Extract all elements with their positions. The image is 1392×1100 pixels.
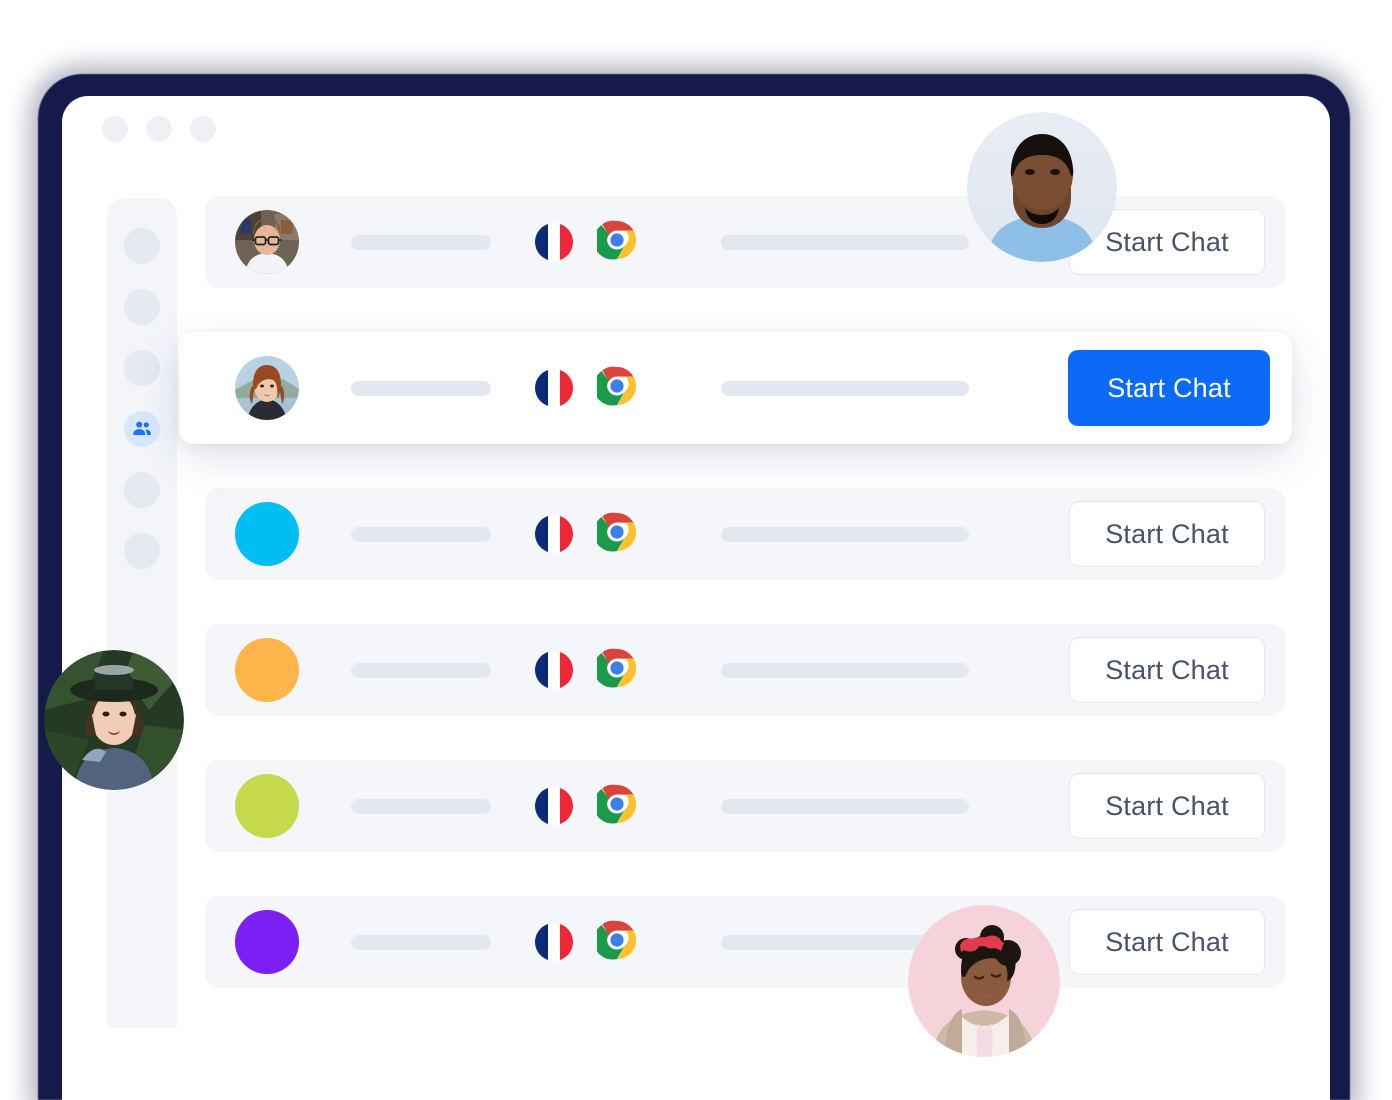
avatar-man-glasses <box>235 210 299 274</box>
window-close-dot[interactable] <box>102 116 128 142</box>
chrome-icon <box>593 220 637 265</box>
window-titlebar <box>102 116 216 142</box>
visitor-row[interactable]: Start Chat <box>205 760 1285 852</box>
visitor-name-placeholder <box>351 234 491 250</box>
visitor-meta <box>535 784 637 829</box>
visitor-detail-placeholder <box>721 234 969 250</box>
sidebar-item-5[interactable] <box>124 472 160 508</box>
visitor-row[interactable]: Start Chat <box>205 488 1285 580</box>
window-minimize-dot[interactable] <box>146 116 172 142</box>
avatar-color-cyan <box>235 502 299 566</box>
visitor-meta <box>535 920 637 965</box>
sidebar-item-2[interactable] <box>124 289 160 325</box>
start-chat-button[interactable]: Start Chat <box>1069 909 1265 975</box>
chrome-icon <box>593 648 637 693</box>
window-maximize-dot[interactable] <box>190 116 216 142</box>
visitor-list: Start Chat Start Chat Start Chat Start Chat… <box>179 196 1292 1032</box>
sidebar-item-3[interactable] <box>124 350 160 386</box>
visitor-name-placeholder <box>351 526 491 542</box>
start-chat-button[interactable]: Start Chat <box>1069 773 1265 839</box>
visitor-meta <box>535 366 637 411</box>
sidebar-item-1[interactable] <box>124 228 160 264</box>
visitor-name-placeholder <box>351 798 491 814</box>
visitor-meta <box>535 648 637 693</box>
visitor-name-placeholder <box>351 934 491 950</box>
fr-flag-icon <box>535 787 573 825</box>
fr-flag-icon <box>535 515 573 553</box>
visitor-name-placeholder <box>351 662 491 678</box>
chrome-icon <box>593 920 637 965</box>
screenshot-root: Start Chat Start Chat Start Chat Start Chat… <box>0 0 1392 1100</box>
chrome-icon <box>593 512 637 557</box>
visitor-detail-placeholder <box>721 380 969 396</box>
visitor-detail-placeholder <box>721 798 969 814</box>
fr-flag-icon <box>535 369 573 407</box>
visitor-meta <box>535 512 637 557</box>
avatar-color-purple <box>235 910 299 974</box>
floating-avatar-woman-hat <box>44 650 184 790</box>
start-chat-button[interactable]: Start Chat <box>1069 637 1265 703</box>
chrome-icon <box>593 784 637 829</box>
floating-avatar-man-blue-shirt <box>967 112 1117 262</box>
visitor-row[interactable]: Start Chat <box>179 332 1292 444</box>
visitor-meta <box>535 220 637 265</box>
chrome-icon <box>593 366 637 411</box>
visitor-row[interactable]: Start Chat <box>205 624 1285 716</box>
visitor-row[interactable]: Start Chat <box>205 196 1285 288</box>
avatar-woman-redhair <box>235 356 299 420</box>
sidebar <box>107 198 177 1028</box>
visitor-detail-placeholder <box>721 662 969 678</box>
visitor-name-placeholder <box>351 380 491 396</box>
start-chat-button[interactable]: Start Chat <box>1069 501 1265 567</box>
visitor-row[interactable]: Start Chat <box>205 896 1285 988</box>
floating-avatar-woman-sunglasses <box>908 905 1060 1057</box>
people-group-icon <box>131 418 153 440</box>
browser-window: Start Chat Start Chat Start Chat Start Chat… <box>62 96 1330 1100</box>
sidebar-item-4[interactable] <box>124 411 160 447</box>
fr-flag-icon <box>535 651 573 689</box>
fr-flag-icon <box>535 223 573 261</box>
fr-flag-icon <box>535 923 573 961</box>
avatar-color-lime <box>235 774 299 838</box>
start-chat-button[interactable]: Start Chat <box>1068 350 1270 426</box>
visitor-detail-placeholder <box>721 526 969 542</box>
avatar-color-orange <box>235 638 299 702</box>
sidebar-item-6[interactable] <box>124 533 160 569</box>
